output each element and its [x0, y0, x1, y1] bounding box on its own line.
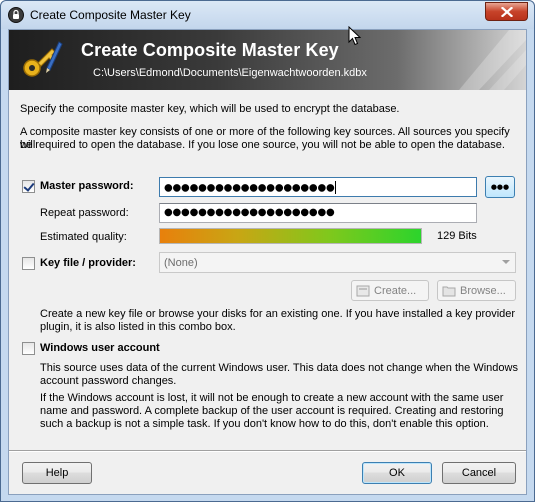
- key-file-selected: (None): [164, 257, 198, 269]
- key-file-label: Key file / provider:: [40, 257, 136, 269]
- key-file-help-a: Create a new key file or browse your dis…: [40, 308, 516, 320]
- banner-decoration: [459, 30, 526, 90]
- window-title: Create Composite Master Key: [30, 8, 191, 22]
- quality-progress-bar: [159, 228, 422, 244]
- key-file-combo[interactable]: (None): [159, 252, 516, 273]
- dialog-client: Create Composite Master Key C:\Users\Edm…: [8, 29, 527, 495]
- intro-line-2b: be required to open the database. If you…: [20, 139, 505, 151]
- help-button[interactable]: Help: [22, 462, 92, 484]
- help-label: Help: [45, 467, 69, 479]
- key-file-help-b: plugin, it is also listed in this combo …: [40, 321, 236, 333]
- repeat-password-label: Repeat password:: [40, 207, 129, 219]
- windows-account-label: Windows user account: [40, 342, 160, 354]
- key-file-checkbox[interactable]: [22, 257, 35, 270]
- lock-icon: [8, 7, 24, 23]
- estimated-quality-label: Estimated quality:: [40, 231, 127, 243]
- title-bar[interactable]: Create Composite Master Key: [1, 1, 534, 29]
- ok-button[interactable]: OK: [362, 462, 432, 484]
- close-icon: [500, 6, 513, 17]
- text-caret: [334, 181, 336, 194]
- windows-account-desc-2a: If the Windows account is lost, it will …: [40, 392, 504, 404]
- cancel-label: Cancel: [461, 467, 497, 479]
- new-file-icon: [356, 285, 370, 296]
- key-pen-icon: [23, 41, 63, 77]
- create-key-file-button[interactable]: Create...: [351, 280, 429, 301]
- browse-key-file-button[interactable]: Browse...: [437, 280, 516, 301]
- repeat-password-input[interactable]: ●●●●●●●●●●●●●●●●●●●●: [159, 203, 477, 223]
- database-path: C:\Users\Edmond\Documents\Eigenwachtwoor…: [93, 67, 367, 79]
- show-password-button[interactable]: ●●●: [485, 176, 515, 198]
- master-password-value: ●●●●●●●●●●●●●●●●●●●●: [164, 182, 335, 194]
- windows-account-desc-2b: name and password. A complete backup of …: [40, 405, 504, 417]
- windows-account-desc-2c: such a backup is not a simple task. If y…: [40, 418, 489, 430]
- windows-account-checkbox[interactable]: [22, 342, 35, 355]
- banner: Create Composite Master Key C:\Users\Edm…: [9, 30, 526, 90]
- quality-progress-fill: [160, 229, 421, 243]
- folder-icon: [442, 286, 456, 296]
- quality-bits: 129 Bits: [437, 230, 477, 242]
- windows-account-desc-1b: account password changes.: [40, 375, 177, 387]
- chevron-down-icon: [502, 260, 510, 264]
- footer-separator: [9, 450, 526, 452]
- browse-label: Browse...: [460, 284, 506, 297]
- mouse-pointer-icon: [348, 26, 362, 46]
- master-password-checkbox[interactable]: [22, 180, 35, 193]
- create-label: Create...: [374, 284, 417, 297]
- windows-account-desc-1a: This source uses data of the current Win…: [40, 362, 518, 374]
- close-button[interactable]: [485, 2, 528, 21]
- ok-label: OK: [389, 467, 405, 479]
- dialog-window: Create Composite Master Key Create Compo…: [0, 0, 535, 502]
- repeat-password-value: ●●●●●●●●●●●●●●●●●●●●: [164, 207, 335, 218]
- master-password-label: Master password:: [40, 180, 134, 192]
- cancel-button[interactable]: Cancel: [442, 462, 516, 484]
- show-password-dots-icon: ●●●: [490, 183, 510, 191]
- banner-title: Create Composite Master Key: [81, 40, 339, 60]
- intro-line-1: Specify the composite master key, which …: [20, 103, 400, 115]
- master-password-input[interactable]: ●●●●●●●●●●●●●●●●●●●●: [159, 177, 477, 197]
